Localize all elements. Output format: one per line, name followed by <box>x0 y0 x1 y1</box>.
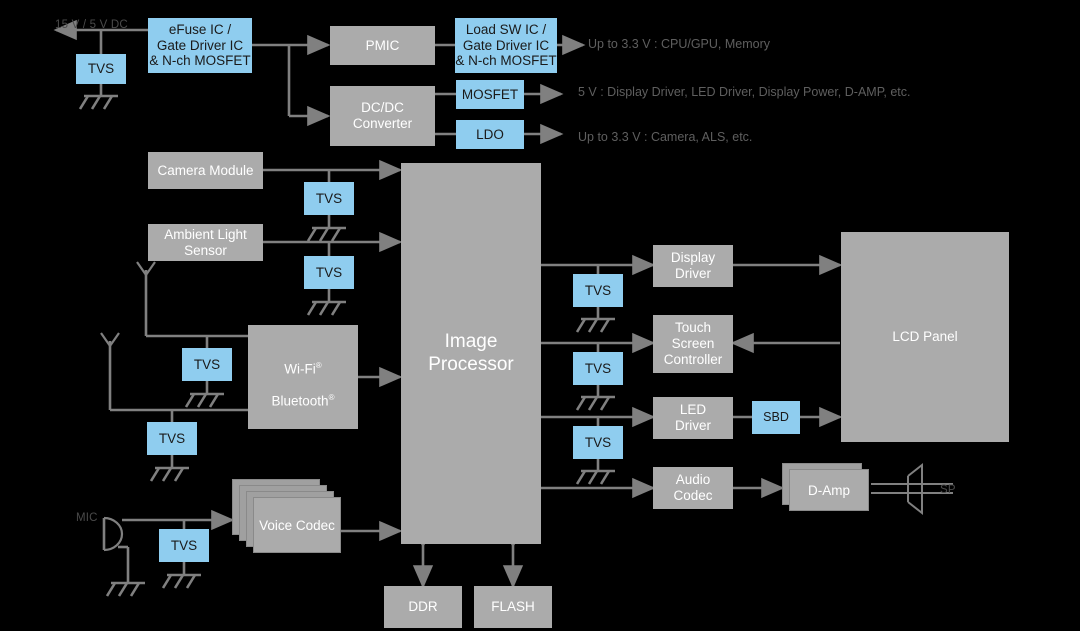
ldo-block[interactable]: LDO <box>456 120 524 149</box>
mosfet-block[interactable]: MOSFET <box>456 80 524 109</box>
rail-note-camera: Up to 3.3 V : Camera, ALS, etc. <box>578 130 753 144</box>
tvs-led[interactable]: TVS <box>573 426 623 459</box>
display-driver-block[interactable]: Display Driver <box>653 245 733 287</box>
block-diagram-canvas: 15 V / 5 V DC TVS eFuse IC / Gate Driver… <box>0 0 1080 631</box>
tvs-mic[interactable]: TVS <box>159 529 209 562</box>
wifi-label: Wi-Fi® <box>284 360 322 377</box>
efuse-ic-block[interactable]: eFuse IC / Gate Driver IC & N-ch MOSFET <box>148 18 252 73</box>
tvs-power-input[interactable]: TVS <box>76 54 126 84</box>
power-input-label: 15 V / 5 V DC <box>55 19 128 31</box>
dcdc-converter-block[interactable]: DC/DC Converter <box>330 86 435 146</box>
voice-codec-stack[interactable]: Voice Codec <box>232 479 347 559</box>
speaker-label: SP <box>940 484 956 496</box>
ddr-block[interactable]: DDR <box>384 586 462 628</box>
sbd-block[interactable]: SBD <box>752 401 800 434</box>
tvs-camera[interactable]: TVS <box>304 182 354 215</box>
rail-note-cpu-gpu: Up to 3.3 V : CPU/GPU, Memory <box>588 37 770 51</box>
load-switch-ic-block[interactable]: Load SW IC / Gate Driver IC & N-ch MOSFE… <box>455 18 557 73</box>
d-amp-block[interactable]: D-Amp <box>789 469 869 511</box>
led-driver-block[interactable]: LED Driver <box>653 397 733 439</box>
mic-label: MIC <box>76 512 98 524</box>
audio-codec-block[interactable]: Audio Codec <box>653 467 733 509</box>
tvs-als[interactable]: TVS <box>304 256 354 289</box>
camera-module-block[interactable]: Camera Module <box>148 152 263 189</box>
ambient-light-sensor-block[interactable]: Ambient Light Sensor <box>148 224 263 261</box>
wifi-bluetooth-block[interactable]: Wi-Fi® Bluetooth® <box>248 325 358 429</box>
tvs-antenna-2[interactable]: TVS <box>147 422 197 455</box>
tvs-display[interactable]: TVS <box>573 274 623 307</box>
flash-block[interactable]: FLASH <box>474 586 552 628</box>
tvs-antenna-1[interactable]: TVS <box>182 348 232 381</box>
touch-screen-controller-block[interactable]: Touch Screen Controller <box>653 315 733 373</box>
voice-codec-block[interactable]: Voice Codec <box>253 497 341 553</box>
pmic-block[interactable]: PMIC <box>330 26 435 65</box>
d-amp-stack[interactable]: D-Amp <box>782 463 877 513</box>
bluetooth-label: Bluetooth® <box>271 392 335 409</box>
tvs-touch[interactable]: TVS <box>573 352 623 385</box>
image-processor-block[interactable]: Image Processor <box>401 163 541 544</box>
lcd-panel-block[interactable]: LCD Panel <box>841 232 1009 442</box>
rail-note-display: 5 V : Display Driver, LED Driver, Displa… <box>578 85 911 99</box>
